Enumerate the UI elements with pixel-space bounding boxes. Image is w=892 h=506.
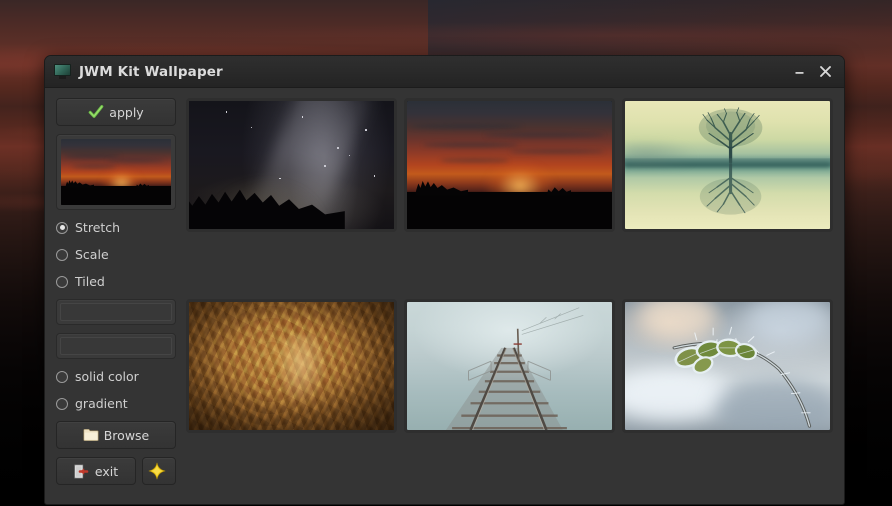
- thumb-lone-tree[interactable]: [622, 98, 833, 232]
- radio-gradient-icon: [56, 397, 68, 410]
- wallpaper-app-window: JWM Kit Wallpaper apply Stretch Scale Ti…: [44, 55, 845, 505]
- mode-option-stretch-label: Stretch: [75, 220, 121, 235]
- wallpaper-gallery: [186, 98, 833, 493]
- thumb-milky-way-image: [189, 101, 394, 229]
- left-control-panel: apply Stretch Scale Tiled solid color gr…: [56, 98, 176, 493]
- fill-option-solid-color[interactable]: solid color: [56, 367, 176, 386]
- apply-button[interactable]: apply: [56, 98, 176, 126]
- window-titlebar[interactable]: JWM Kit Wallpaper: [45, 56, 844, 88]
- exit-label: exit: [94, 463, 119, 479]
- radio-tiled-icon: [56, 275, 68, 288]
- thumb-mayan-carving-image: [189, 302, 394, 430]
- thumb-frosted-branch[interactable]: [622, 299, 833, 433]
- fill-option-gradient-label: gradient: [75, 396, 128, 411]
- window-title: JWM Kit Wallpaper: [79, 63, 223, 80]
- color-field-1-inner[interactable]: [60, 303, 172, 321]
- green-check-icon: [88, 105, 104, 118]
- folder-icon: [83, 428, 99, 442]
- color-field-2-inner[interactable]: [60, 337, 172, 355]
- mode-option-tiled[interactable]: Tiled: [56, 272, 176, 291]
- radio-solid-color-icon: [56, 370, 68, 383]
- fill-option-gradient[interactable]: gradient: [56, 394, 176, 413]
- sparkle-star-icon: [148, 462, 165, 480]
- mode-option-scale[interactable]: Scale: [56, 245, 176, 264]
- wallpaper-preview[interactable]: [56, 134, 176, 210]
- sparkle-button[interactable]: [142, 457, 176, 485]
- browse-label: Browse: [103, 427, 150, 443]
- minimize-button[interactable]: [786, 59, 812, 85]
- thumb-red-sunset[interactable]: [404, 98, 615, 232]
- mode-option-stretch[interactable]: Stretch: [56, 218, 176, 237]
- monitor-icon: [54, 64, 71, 79]
- fill-option-solid-color-label: solid color: [75, 369, 139, 384]
- window-body: apply Stretch Scale Tiled solid color gr…: [45, 88, 844, 504]
- exit-button[interactable]: exit: [56, 457, 136, 485]
- thumb-red-sunset-image: [407, 101, 612, 229]
- radio-stretch-icon: [56, 221, 68, 234]
- mode-option-scale-label: Scale: [75, 247, 109, 262]
- browse-button[interactable]: Browse: [56, 421, 176, 449]
- thumb-foggy-railway-image: [407, 302, 612, 430]
- color-field-2[interactable]: [56, 333, 176, 359]
- close-button[interactable]: [812, 59, 838, 85]
- thumb-mayan-carving[interactable]: [186, 299, 397, 433]
- mode-option-tiled-label: Tiled: [75, 274, 105, 289]
- radio-scale-icon: [56, 248, 68, 261]
- preview-image: [61, 139, 171, 205]
- color-field-1[interactable]: [56, 299, 176, 325]
- thumb-foggy-railway[interactable]: [404, 299, 615, 433]
- thumb-milky-way[interactable]: [186, 98, 397, 232]
- thumb-lone-tree-image: [625, 101, 830, 229]
- exit-door-icon: [74, 464, 89, 478]
- apply-label: apply: [109, 104, 144, 120]
- thumb-frosted-branch-image: [625, 302, 830, 430]
- bottom-button-row: exit: [56, 457, 176, 485]
